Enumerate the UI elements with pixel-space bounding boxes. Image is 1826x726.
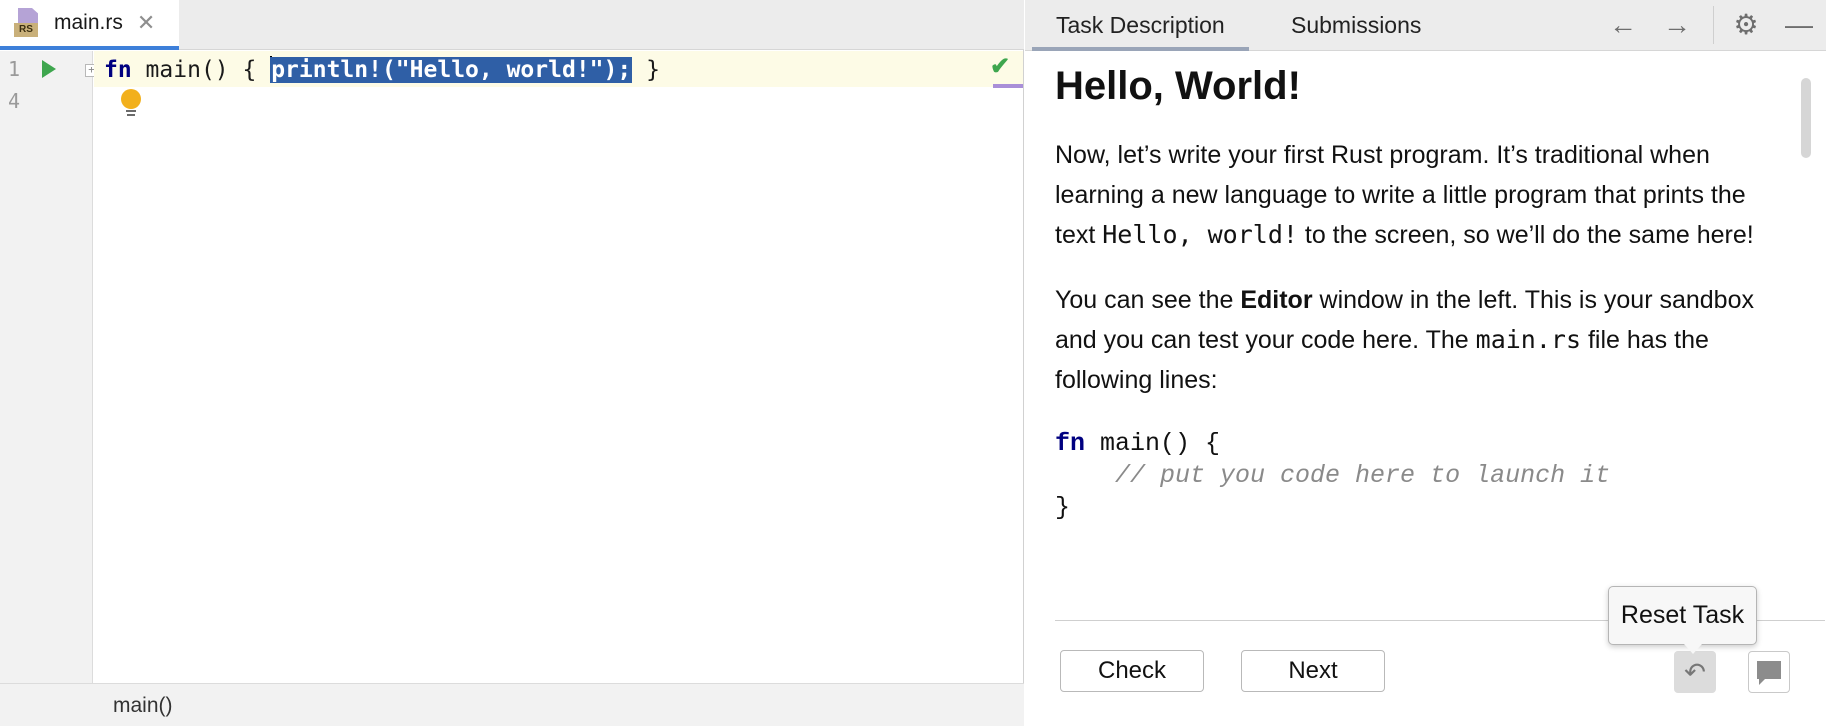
tab-task-description[interactable]: Task Description: [1032, 0, 1249, 51]
comment-icon-tail: [1759, 678, 1766, 685]
code-line-1[interactable]: fn main() { println!("Hello, world!"); }: [104, 53, 660, 87]
tab-submissions[interactable]: Submissions: [1267, 0, 1445, 51]
check-button[interactable]: Check: [1060, 650, 1204, 692]
file-tab-main-rs[interactable]: RS main.rs ✕: [0, 0, 179, 50]
editor-tab-bar: RS main.rs ✕: [0, 0, 1024, 50]
lightbulb-base: [126, 110, 136, 112]
gear-icon[interactable]: ⚙: [1728, 8, 1764, 42]
line-number: 1: [8, 57, 21, 81]
rust-file-icon-badge: RS: [14, 23, 38, 37]
code-block: fn main() { // put you code here to laun…: [1055, 428, 1785, 524]
lightbulb-glass: [121, 89, 141, 109]
comment-button[interactable]: [1748, 651, 1790, 693]
breadcrumb[interactable]: main(): [113, 694, 173, 718]
task-panel: Task Description Submissions ← → ⚙ — Hel…: [1025, 0, 1826, 726]
run-icon[interactable]: [42, 60, 56, 78]
description-paragraph-1: Now, let’s write your first Rust program…: [1055, 135, 1785, 255]
header-divider: [1713, 6, 1714, 44]
minimize-icon[interactable]: —: [1781, 8, 1817, 42]
code-text: }: [632, 57, 660, 83]
ide-window: RS main.rs ✕ 1 4 + fn main() { println!(…: [0, 0, 1826, 726]
scrollbar-marker: [993, 84, 1023, 88]
reset-task-tooltip: Reset Task: [1608, 586, 1757, 645]
inline-code: main.rs: [1475, 325, 1582, 354]
code-selection: println!("Hello, world!");: [270, 57, 633, 83]
code-keyword: fn: [104, 57, 132, 83]
tooltip-arrow: [1684, 644, 1702, 654]
task-description: Hello, World! Now, let’s write your firs…: [1055, 52, 1785, 524]
close-icon[interactable]: ✕: [137, 12, 155, 34]
line-number: 4: [8, 89, 21, 113]
code-text: }: [1055, 493, 1071, 522]
lightbulb-icon[interactable]: [120, 89, 142, 119]
lightbulb-base: [127, 114, 135, 116]
task-panel-header: Task Description Submissions ← → ⚙ —: [1025, 0, 1826, 51]
next-button[interactable]: Next: [1241, 650, 1385, 692]
editor-pane: RS main.rs ✕ 1 4 + fn main() { println!(…: [0, 0, 1024, 726]
code-comment: // put you code here to launch it: [1115, 461, 1611, 490]
undo-icon: ↶: [1684, 657, 1706, 687]
bold-text: Editor: [1240, 286, 1313, 314]
paragraph-text: You can see the: [1055, 286, 1241, 314]
code-text: main() {: [131, 57, 271, 83]
comment-icon: [1757, 661, 1781, 679]
inline-code: Hello, world!: [1102, 220, 1298, 249]
code-text: main() {: [1085, 429, 1221, 458]
code-keyword: fn: [1055, 429, 1086, 458]
description-paragraph-2: You can see the Editor window in the lef…: [1055, 280, 1785, 400]
arrow-left-icon[interactable]: ←: [1605, 8, 1641, 42]
breadcrumb-bar: main(): [0, 683, 1024, 726]
scrollbar-thumb[interactable]: [1801, 78, 1811, 158]
rust-file-icon: RS: [14, 8, 42, 38]
arrow-right-icon[interactable]: →: [1659, 8, 1695, 42]
page-title: Hello, World!: [1055, 64, 1301, 108]
reset-task-button[interactable]: ↶: [1674, 651, 1716, 693]
line-number-gutter: 1 4: [0, 51, 93, 683]
checkmark-icon: ✔: [990, 53, 1011, 80]
paragraph-text: to the screen, so we’ll do the same here…: [1297, 221, 1754, 249]
file-tab-label: main.rs: [54, 11, 123, 34]
